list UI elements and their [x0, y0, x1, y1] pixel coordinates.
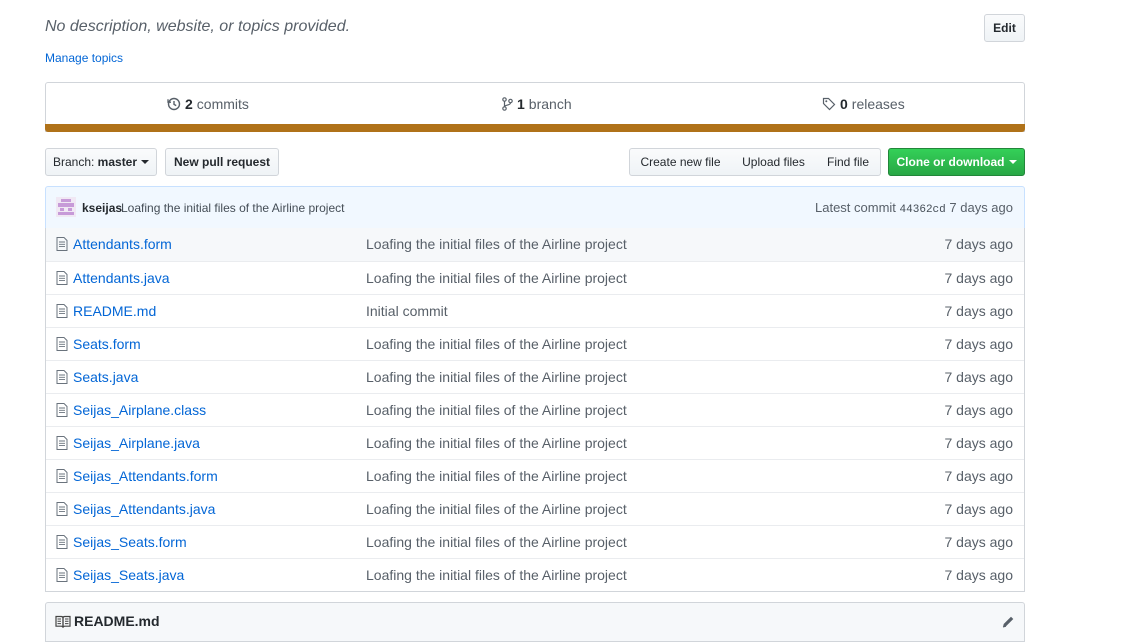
commit-meta: Latest commit 44362cd 7 days ago	[815, 200, 1013, 216]
file-age: 7 days ago	[944, 468, 1014, 484]
file-icon	[56, 237, 68, 251]
numbers-summary: 2 commits 1 branch 0 releases	[45, 82, 1025, 132]
table-row: Seats.form Loafing the initial files of t…	[46, 327, 1024, 360]
file-icon	[56, 304, 68, 318]
table-row: Attendants.java Loafing the initial files…	[46, 261, 1024, 294]
git-branch-icon	[502, 97, 513, 111]
file-icon	[56, 337, 68, 351]
branch-label: branch	[528, 96, 572, 112]
commit-sha[interactable]: 44362cd	[900, 204, 946, 216]
file-age: 7 days ago	[944, 369, 1014, 385]
file-icon	[56, 271, 68, 285]
table-row: README.md Initial commit 7 days ago	[46, 294, 1024, 327]
branch-count: 1	[517, 96, 525, 112]
file-commit-message[interactable]: Loafing the initial files of the Airline…	[366, 270, 627, 286]
caret-down-icon	[141, 160, 150, 164]
book-icon	[55, 615, 71, 628]
clone-label: Clone or download	[896, 155, 1005, 169]
branch-prefix: Branch:	[52, 155, 95, 169]
table-row: Seijas_Attendants.java Loafing the initia…	[46, 492, 1024, 525]
file-commit-message[interactable]: Loafing the initial files of the Airline…	[366, 435, 627, 451]
caret-down-icon	[1008, 160, 1017, 164]
file-commit-message[interactable]: Loafing the initial files of the Airline…	[366, 402, 627, 418]
manage-topics-link[interactable]: Manage topics	[45, 51, 123, 65]
readme-header: README.md	[45, 602, 1025, 642]
create-new-file-button[interactable]: Create new file	[629, 148, 732, 176]
releases-link[interactable]: 0 releases	[822, 96, 905, 112]
file-icon	[56, 436, 68, 450]
history-icon	[167, 97, 181, 111]
file-age: 7 days ago	[944, 236, 1014, 252]
commit-age: 7 days ago	[949, 200, 1013, 215]
table-row: Seijas_Airplane.java Loafing the initial …	[46, 426, 1024, 459]
table-row: Seijas_Seats.java Loafing the initial fil…	[46, 558, 1024, 591]
branches-link[interactable]: 1 branch	[502, 96, 572, 112]
table-row: Seijas_Attendants.form Loafing the initia…	[46, 459, 1024, 492]
file-commit-message[interactable]: Initial commit	[366, 303, 448, 319]
latest-commit-prefix: Latest commit	[815, 200, 896, 215]
file-icon	[56, 568, 68, 582]
table-row: Seijas_Seats.form Loafing the initial fil…	[46, 525, 1024, 558]
file-icon	[56, 502, 68, 516]
file-age: 7 days ago	[944, 402, 1014, 418]
clone-or-download-button[interactable]: Clone or download	[888, 148, 1025, 176]
branch-select-button[interactable]: Branch: master	[45, 148, 157, 176]
file-age: 7 days ago	[944, 534, 1014, 550]
file-name-link[interactable]: Seijas_Attendants.java	[73, 501, 215, 517]
file-name-link[interactable]: Seijas_Airplane.java	[73, 435, 200, 451]
file-name-link[interactable]: Seijas_Airplane.class	[73, 402, 206, 418]
file-commit-message[interactable]: Loafing the initial files of the Airline…	[366, 567, 627, 583]
latest-commit-bar: kseijas Loafing the initial files of the…	[45, 186, 1025, 229]
file-icon	[56, 535, 68, 549]
file-age: 7 days ago	[944, 303, 1014, 319]
file-name-link[interactable]: Seats.java	[73, 369, 138, 385]
file-commit-message[interactable]: Loafing the initial files of the Airline…	[366, 369, 627, 385]
file-list: Attendants.form Loafing the initial files…	[45, 228, 1025, 592]
file-name-link[interactable]: Seijas_Attendants.form	[73, 468, 218, 484]
file-age: 7 days ago	[944, 567, 1014, 583]
branch-name: master	[97, 155, 138, 169]
file-name-link[interactable]: Seijas_Seats.form	[73, 534, 187, 550]
pencil-icon[interactable]	[1001, 615, 1015, 629]
commit-author[interactable]: kseijas	[82, 201, 122, 215]
file-commit-message[interactable]: Loafing the initial files of the Airline…	[366, 501, 627, 517]
avatar[interactable]	[56, 197, 76, 217]
file-name-link[interactable]: Attendants.java	[73, 270, 170, 286]
releases-count: 0	[840, 96, 848, 112]
file-name-link[interactable]: Seats.form	[73, 336, 141, 352]
file-name-link[interactable]: README.md	[73, 303, 156, 319]
table-row: Attendants.form Loafing the initial files…	[46, 228, 1024, 261]
file-age: 7 days ago	[944, 435, 1014, 451]
table-row: Seijas_Airplane.class Loafing the initial…	[46, 393, 1024, 426]
commits-label: commits	[196, 96, 249, 112]
file-age: 7 days ago	[944, 336, 1014, 352]
releases-label: releases	[851, 96, 905, 112]
file-icon	[56, 370, 68, 384]
language-bar	[45, 124, 1025, 132]
file-icon	[56, 469, 68, 483]
file-commit-message[interactable]: Loafing the initial files of the Airline…	[366, 468, 627, 484]
tag-icon	[822, 97, 836, 111]
repo-description: No description, website, or topics provi…	[45, 18, 351, 35]
upload-files-button[interactable]: Upload files	[731, 148, 817, 176]
file-commit-message[interactable]: Loafing the initial files of the Airline…	[366, 236, 627, 252]
commits-count: 2	[185, 96, 193, 112]
table-row: Seats.java Loafing the initial files of t…	[46, 360, 1024, 393]
file-commit-message[interactable]: Loafing the initial files of the Airline…	[366, 336, 627, 352]
commits-link[interactable]: 2 commits	[167, 96, 249, 112]
file-name-link[interactable]: Attendants.form	[73, 236, 172, 252]
file-age: 7 days ago	[944, 501, 1014, 517]
file-commit-message[interactable]: Loafing the initial files of the Airline…	[366, 534, 627, 550]
readme-title: README.md	[74, 613, 160, 629]
commit-message[interactable]: Loafing the initial files of the Airline…	[121, 201, 344, 215]
edit-button[interactable]: Edit	[984, 14, 1025, 42]
file-icon	[56, 403, 68, 417]
file-name-link[interactable]: Seijas_Seats.java	[73, 567, 184, 583]
new-pull-request-button[interactable]: New pull request	[165, 148, 279, 176]
file-age: 7 days ago	[944, 270, 1014, 286]
find-file-button[interactable]: Find file	[816, 148, 881, 176]
